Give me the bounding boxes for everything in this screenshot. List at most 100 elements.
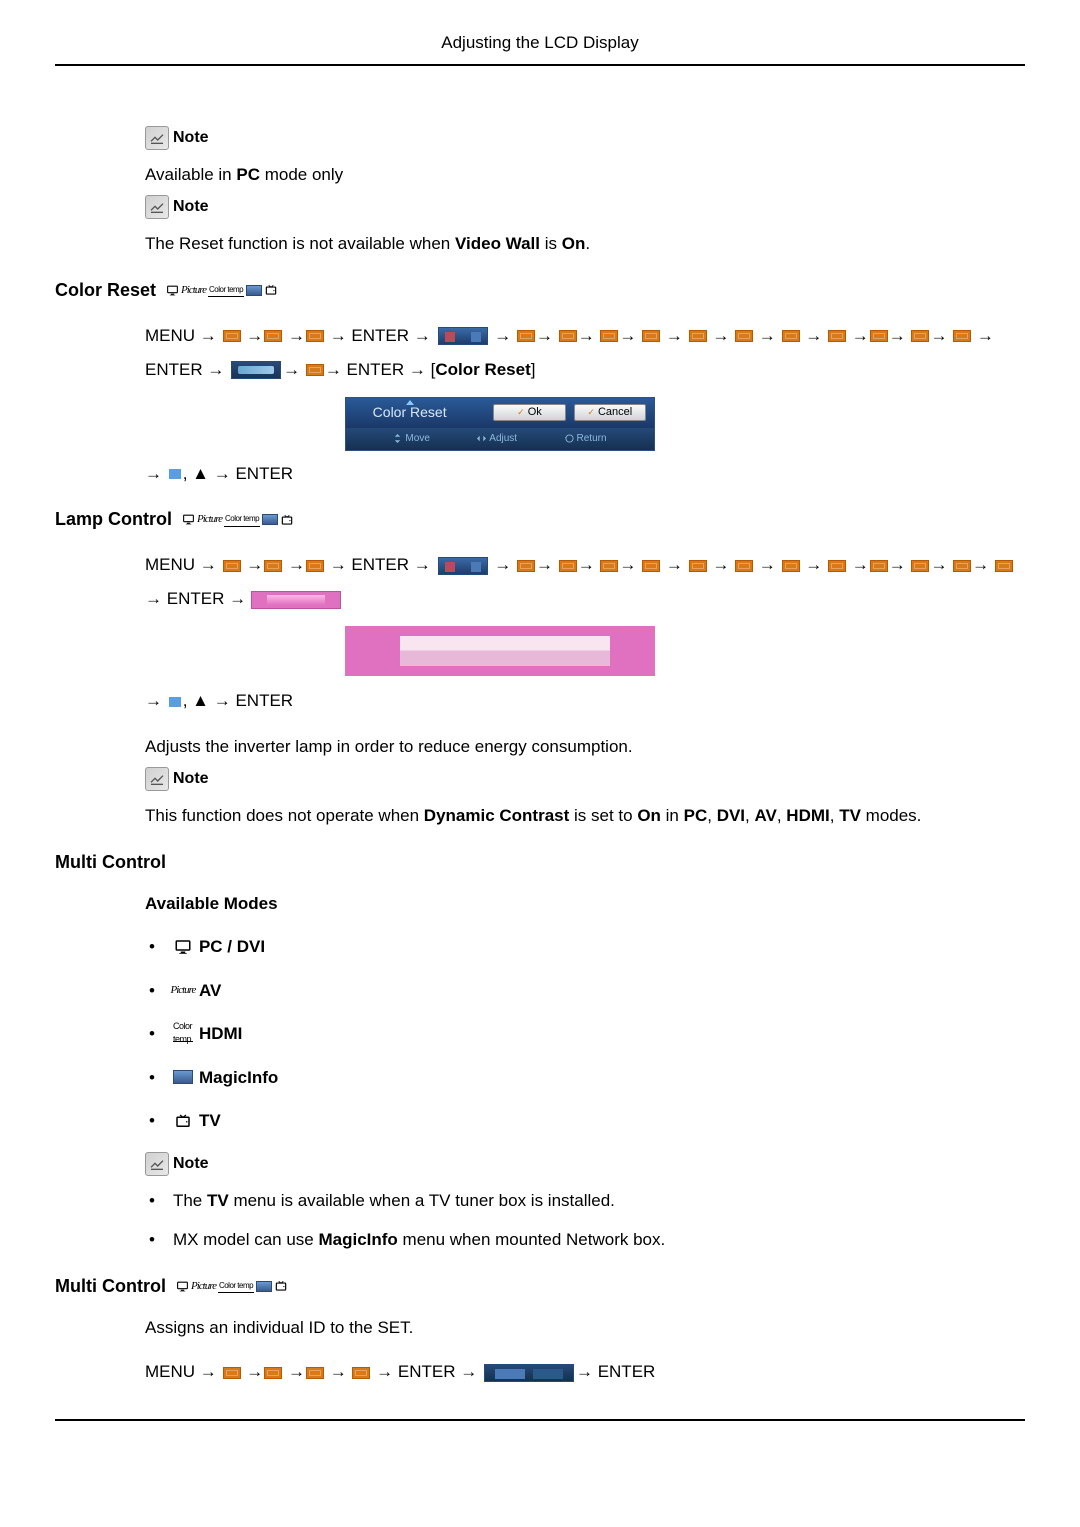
adjust-hint: Adjust (477, 431, 517, 446)
mode-av: Picture AV (145, 978, 1025, 1004)
note-text: Available in PC mode only (145, 162, 1025, 188)
pc-icon (176, 1279, 189, 1293)
tv-icon (280, 513, 294, 527)
nav-step-icon (306, 1367, 324, 1379)
magicinfo-icon (262, 514, 278, 525)
nav-step-icon (870, 560, 888, 572)
cancel-button[interactable]: ✓Cancel (574, 404, 646, 421)
menu-navigation-path: MENU → → → → ENTER → → → → → → → → → →→ … (145, 319, 1025, 387)
mode-hdmi: Color temp HDMI (145, 1021, 1025, 1047)
page-header-title: Adjusting the LCD Display (55, 30, 1025, 66)
note-text: This function does not operate when Dyna… (145, 803, 1025, 829)
multi-control-description: Assigns an individual ID to the SET. (145, 1315, 1025, 1341)
magicinfo-icon (173, 1070, 193, 1084)
nav-step-icon (642, 560, 660, 572)
nav-step-icon (223, 1367, 241, 1379)
notes-list: The TV menu is available when a TV tuner… (145, 1188, 1025, 1253)
color-reset-heading: Color Reset Picture Color temp (55, 277, 1025, 304)
mode-tv: TV (145, 1108, 1025, 1134)
nav-step-icon (352, 1367, 370, 1379)
move-hint: Move (393, 431, 429, 446)
button-icon (169, 697, 181, 707)
nav-step-icon (306, 560, 324, 572)
nav-step-icon (642, 330, 660, 342)
nav-step-icon (306, 364, 324, 376)
magicinfo-icon (246, 285, 262, 296)
nav-step-icon (828, 330, 846, 342)
magicinfo-icon (256, 1281, 272, 1292)
nav-step-icon (870, 330, 888, 342)
nav-step-icon (828, 560, 846, 572)
nav-step-icon (559, 560, 577, 572)
note-icon (145, 126, 169, 150)
nav-step-icon (264, 560, 282, 572)
tv-icon (264, 283, 278, 297)
nav-step-icon (735, 560, 753, 572)
nav-step-icon (517, 330, 535, 342)
tv-icon (274, 1279, 288, 1293)
nav-step-icon (689, 330, 707, 342)
nav-step-icon (995, 560, 1013, 572)
note-label: Note (173, 195, 209, 219)
note-icon (145, 1152, 169, 1176)
nav-step-icon (782, 330, 800, 342)
av-icon: Picture (173, 982, 193, 998)
menu-screenshot-icon (251, 591, 341, 609)
av-icon: Picture (181, 283, 206, 297)
note-icon (145, 767, 169, 791)
final-navigation: → , ▲ → ENTER (145, 688, 1025, 714)
hdmi-icon: Color temp (224, 513, 260, 527)
lamp-control-description: Adjusts the inverter lamp in order to re… (145, 734, 1025, 760)
note-label: Note (173, 1152, 209, 1176)
nav-step-icon (306, 330, 324, 342)
menu-screenshot-icon (484, 1364, 574, 1382)
nav-step-icon (911, 560, 929, 572)
mode-pc-dvi: PC / DVI (145, 934, 1025, 960)
note-icon (145, 195, 169, 219)
hdmi-icon: Color temp (208, 283, 244, 297)
menu-screenshot-icon (438, 557, 488, 575)
note-label: Note (173, 767, 209, 791)
pc-icon (166, 283, 179, 297)
final-navigation: → , ▲ → ENTER (145, 461, 1025, 487)
menu-screenshot-icon (231, 361, 281, 379)
nav-step-icon (953, 560, 971, 572)
av-icon: Picture (197, 513, 222, 527)
lamp-control-heading: Lamp Control Picture Color temp (55, 506, 1025, 533)
footer-divider (55, 1419, 1025, 1421)
nav-step-icon (689, 560, 707, 572)
return-hint: Return (565, 431, 607, 446)
av-icon: Picture (191, 1279, 216, 1293)
nav-step-icon (223, 560, 241, 572)
hdmi-icon: Color temp (173, 1026, 193, 1042)
nav-step-icon (264, 1367, 282, 1379)
nav-step-icon (600, 330, 618, 342)
note-list-item: The TV menu is available when a TV tuner… (145, 1188, 1025, 1214)
color-reset-dialog: Color Reset ✓Ok ✓Cancel Move Adjust Retu… (345, 397, 655, 451)
nav-step-icon (911, 330, 929, 342)
hdmi-icon: Color temp (218, 1279, 254, 1293)
note-text: The Reset function is not available when… (145, 231, 1025, 257)
pc-icon (182, 513, 195, 527)
note-label: Note (173, 126, 209, 150)
nav-step-icon (223, 330, 241, 342)
available-modes-list: PC / DVI Picture AV Color temp HDMI Magi… (145, 934, 1025, 1134)
dialog-title: Color Reset (346, 402, 473, 423)
menu-navigation-path: MENU → → → → ENTER → → → → → → → → → →→ … (145, 548, 1025, 616)
nav-step-icon (600, 560, 618, 572)
menu-navigation-path: MENU → → → → → ENTER → → ENTER (145, 1355, 1025, 1389)
nav-step-icon (735, 330, 753, 342)
menu-screenshot-icon (438, 327, 488, 345)
ok-button[interactable]: ✓Ok (493, 404, 565, 421)
multi-control-heading: Multi Control (55, 849, 1025, 876)
lamp-control-screenshot (345, 626, 655, 676)
mode-magicinfo: MagicInfo (145, 1065, 1025, 1091)
tv-icon (173, 1113, 193, 1129)
pc-icon (173, 939, 193, 955)
nav-step-icon (264, 330, 282, 342)
note-list-item: MX model can use MagicInfo menu when mou… (145, 1227, 1025, 1253)
multi-control-sub-heading: Multi Control Picture Color temp (55, 1273, 1025, 1300)
nav-step-icon (559, 330, 577, 342)
nav-step-icon (517, 560, 535, 572)
available-modes-heading: Available Modes (145, 891, 1025, 917)
